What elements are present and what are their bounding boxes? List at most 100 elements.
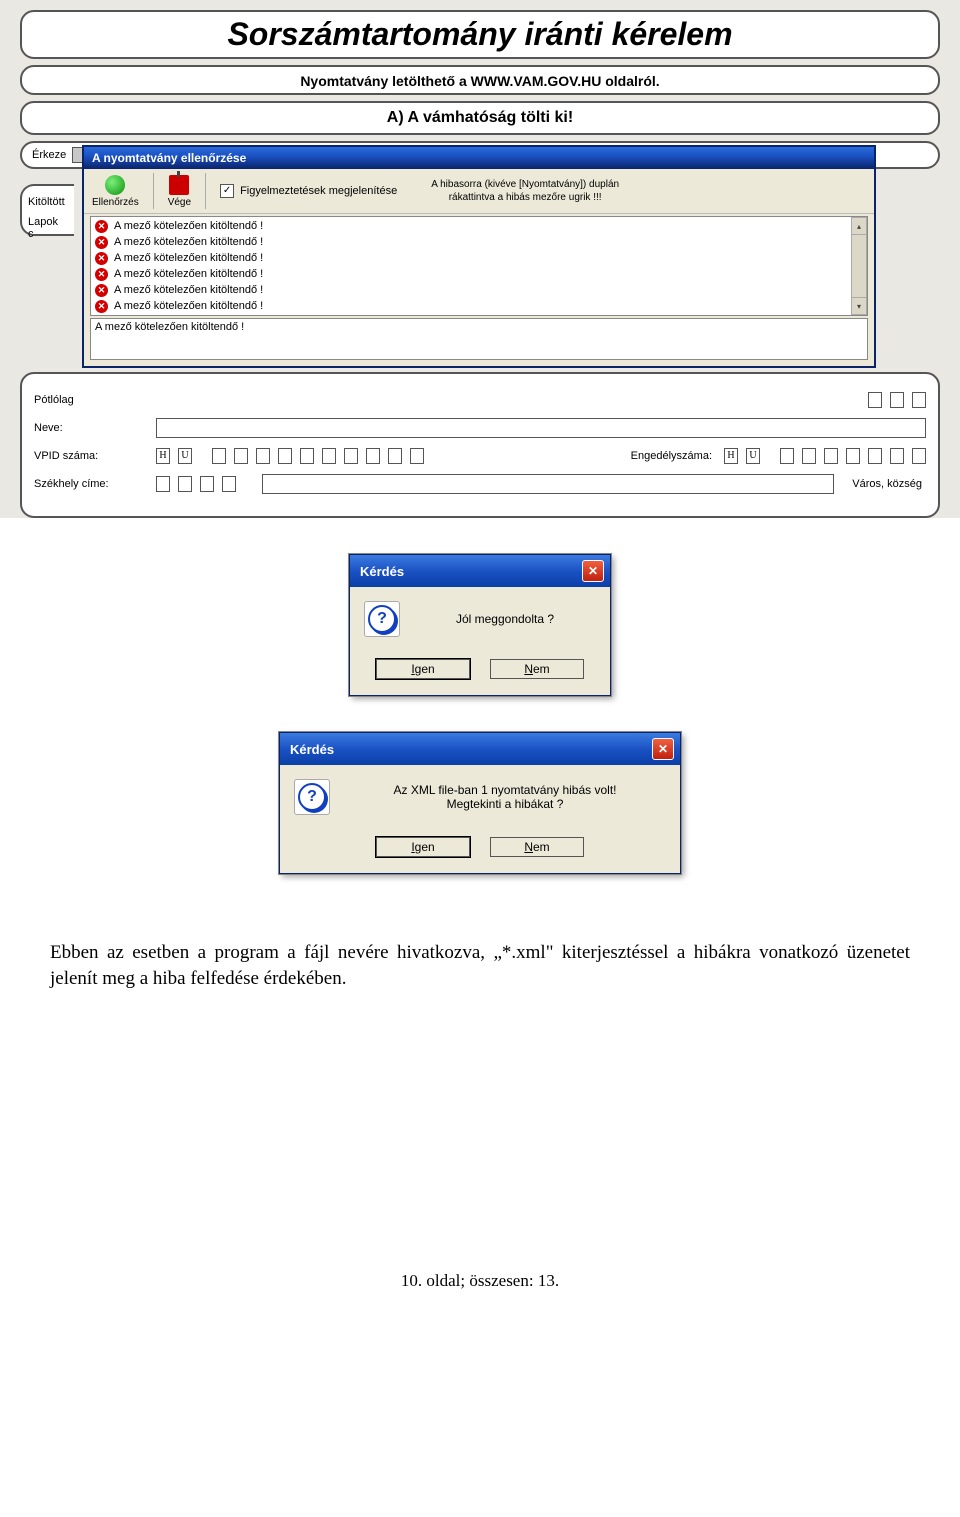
- lapok-label: Lapok c: [28, 216, 64, 240]
- form-subtitle: Nyomtatvány letölthető a WWW.VAM.GOV.HU …: [30, 73, 930, 89]
- error-icon: ✕: [95, 252, 108, 265]
- section-a-panel: A) A vámhatóság tölti ki!: [20, 101, 940, 135]
- fields-panel: Pótlólag Neve: VPID száma: H U Engedélys…: [20, 372, 940, 518]
- szekhely-input[interactable]: [262, 474, 834, 494]
- dialog-message-line2: Megtekinti a hibákat ?: [344, 797, 666, 811]
- validation-titlebar[interactable]: A nyomtatvány ellenőrzése: [84, 147, 874, 169]
- close-button[interactable]: ✕: [582, 560, 604, 582]
- kitolt-panel-frag: Kitöltött Lapok c: [20, 184, 74, 236]
- dialog-title: Kérdés: [290, 742, 334, 757]
- document-paragraph: Ebben az esetben a program a fájl nevére…: [0, 920, 960, 1011]
- dialog-titlebar[interactable]: Kérdés ✕: [350, 555, 610, 587]
- erkezes-label: Érkeze: [32, 149, 66, 161]
- form-cell[interactable]: [890, 392, 904, 408]
- hint-text: A hibasorra (kivéve [Nyomtatvány]) duplá…: [431, 178, 619, 204]
- error-icon: ✕: [95, 300, 108, 313]
- engedely-label: Engedélyszáma:: [631, 450, 712, 462]
- vpid-prefix-h: H: [156, 448, 170, 464]
- scroll-up-button[interactable]: ▴: [851, 217, 867, 235]
- end-icon: [169, 175, 189, 195]
- form-cell[interactable]: [802, 448, 816, 464]
- status-text: A mező kötelezően kitöltendő !: [95, 321, 244, 333]
- end-button-label: Vége: [168, 197, 191, 208]
- toolbar-separator: [153, 173, 154, 209]
- neve-label: Neve:: [34, 422, 144, 434]
- form-cell[interactable]: [366, 448, 380, 464]
- end-button[interactable]: Vége: [168, 175, 191, 208]
- error-row[interactable]: ✕ A mező kötelezően kitöltendő !: [91, 250, 867, 266]
- question-icon: ?: [364, 601, 400, 637]
- error-row[interactable]: ✕ A mező kötelezően kitöltendő !: [91, 234, 867, 250]
- form-title-panel: Sorszámtartomány iránti kérelem: [20, 10, 940, 59]
- hint-line-1: A hibasorra (kivéve [Nyomtatvány]) duplá…: [431, 178, 619, 191]
- form-subtitle-panel: Nyomtatvány letölthető a WWW.VAM.GOV.HU …: [20, 65, 940, 95]
- dialog-title: Kérdés: [360, 564, 404, 579]
- form-cell[interactable]: [410, 448, 424, 464]
- form-cell[interactable]: [912, 448, 926, 464]
- checkbox-icon: ✓: [220, 184, 234, 198]
- kitolt-label: Kitöltött: [28, 196, 65, 208]
- yes-button[interactable]: Igen: [376, 837, 470, 857]
- vpid-label: VPID száma:: [34, 450, 144, 462]
- form-cell[interactable]: [824, 448, 838, 464]
- error-row[interactable]: ✕ A mező kötelezően kitöltendő !: [91, 298, 867, 314]
- form-cell[interactable]: [278, 448, 292, 464]
- close-button[interactable]: ✕: [652, 738, 674, 760]
- error-icon: ✕: [95, 268, 108, 281]
- no-button[interactable]: Nem: [490, 659, 584, 679]
- form-cell[interactable]: [156, 476, 170, 492]
- section-a-heading: A) A vámhatóság tölti ki!: [30, 107, 930, 129]
- question-icon: ?: [294, 779, 330, 815]
- error-icon: ✕: [95, 236, 108, 249]
- varos-label: Város, község: [842, 478, 922, 490]
- form-cell[interactable]: [846, 448, 860, 464]
- check-button[interactable]: Ellenőrzés: [92, 175, 139, 208]
- validation-title: A nyomtatvány ellenőrzése: [92, 151, 246, 165]
- error-text: A mező kötelezően kitöltendő !: [114, 298, 263, 314]
- error-row[interactable]: ✕ A mező kötelezően kitöltendő !: [91, 266, 867, 282]
- form-cell[interactable]: [212, 448, 226, 464]
- eng-prefix-h: H: [724, 448, 738, 464]
- form-cell[interactable]: [344, 448, 358, 464]
- form-cell[interactable]: [322, 448, 336, 464]
- error-text: A mező kötelezően kitöltendő !: [114, 282, 263, 298]
- error-row[interactable]: ✕ A mező kötelezően kitöltendő !: [91, 282, 867, 298]
- neve-input[interactable]: [156, 418, 926, 438]
- dialog-message: Jól meggondolta ?: [414, 612, 596, 626]
- form-cell[interactable]: [868, 448, 882, 464]
- yes-button[interactable]: Igen: [376, 659, 470, 679]
- form-cell[interactable]: [200, 476, 214, 492]
- error-text: A mező kötelezően kitöltendő !: [114, 250, 263, 266]
- error-text: A mező kötelezően kitöltendő !: [114, 218, 263, 234]
- scrollbar[interactable]: ▴ ▾: [851, 217, 867, 315]
- error-row[interactable]: ✕ A mező kötelezően kitöltendő !: [91, 218, 867, 234]
- potlolag-label: Pótlólag: [34, 394, 94, 406]
- form-cell[interactable]: [868, 392, 882, 408]
- form-cell[interactable]: [178, 476, 192, 492]
- form-cell[interactable]: [388, 448, 402, 464]
- form-cell[interactable]: [890, 448, 904, 464]
- error-list: ✕ A mező kötelezően kitöltendő ! ✕ A mez…: [90, 216, 868, 316]
- page-footer: 10. oldal; összesen: 13.: [0, 1011, 960, 1311]
- error-icon: ✕: [95, 284, 108, 297]
- form-cell[interactable]: [300, 448, 314, 464]
- show-warnings-checkbox[interactable]: ✓ Figyelmeztetések megjelenítése: [220, 184, 397, 198]
- checkbox-label: Figyelmeztetések megjelenítése: [240, 185, 397, 197]
- form-cell[interactable]: [234, 448, 248, 464]
- question-dialog-2: Kérdés ✕ ? Az XML file-ban 1 nyomtatvány…: [279, 732, 681, 874]
- form-cell[interactable]: [222, 476, 236, 492]
- dialog-message-line1: Az XML file-ban 1 nyomtatvány hibás volt…: [344, 783, 666, 797]
- scroll-thumb[interactable]: [851, 235, 867, 297]
- hint-line-2: rákattintva a hibás mezőre ugrik !!!: [431, 191, 619, 204]
- form-cell[interactable]: [256, 448, 270, 464]
- dialog-message: Az XML file-ban 1 nyomtatvány hibás volt…: [344, 783, 666, 811]
- validation-toolbar: Ellenőrzés Vége ✓ Figyelmeztetések megje…: [84, 169, 874, 214]
- form-cell[interactable]: [780, 448, 794, 464]
- dialog-titlebar[interactable]: Kérdés ✕: [280, 733, 680, 765]
- check-icon: [105, 175, 125, 195]
- question-dialog-1: Kérdés ✕ ? Jól meggondolta ? Igen Nem: [349, 554, 611, 696]
- scroll-down-button[interactable]: ▾: [851, 297, 867, 315]
- form-cell[interactable]: [912, 392, 926, 408]
- no-button[interactable]: Nem: [490, 837, 584, 857]
- form-background: Sorszámtartomány iránti kérelem Nyomtatv…: [0, 0, 960, 518]
